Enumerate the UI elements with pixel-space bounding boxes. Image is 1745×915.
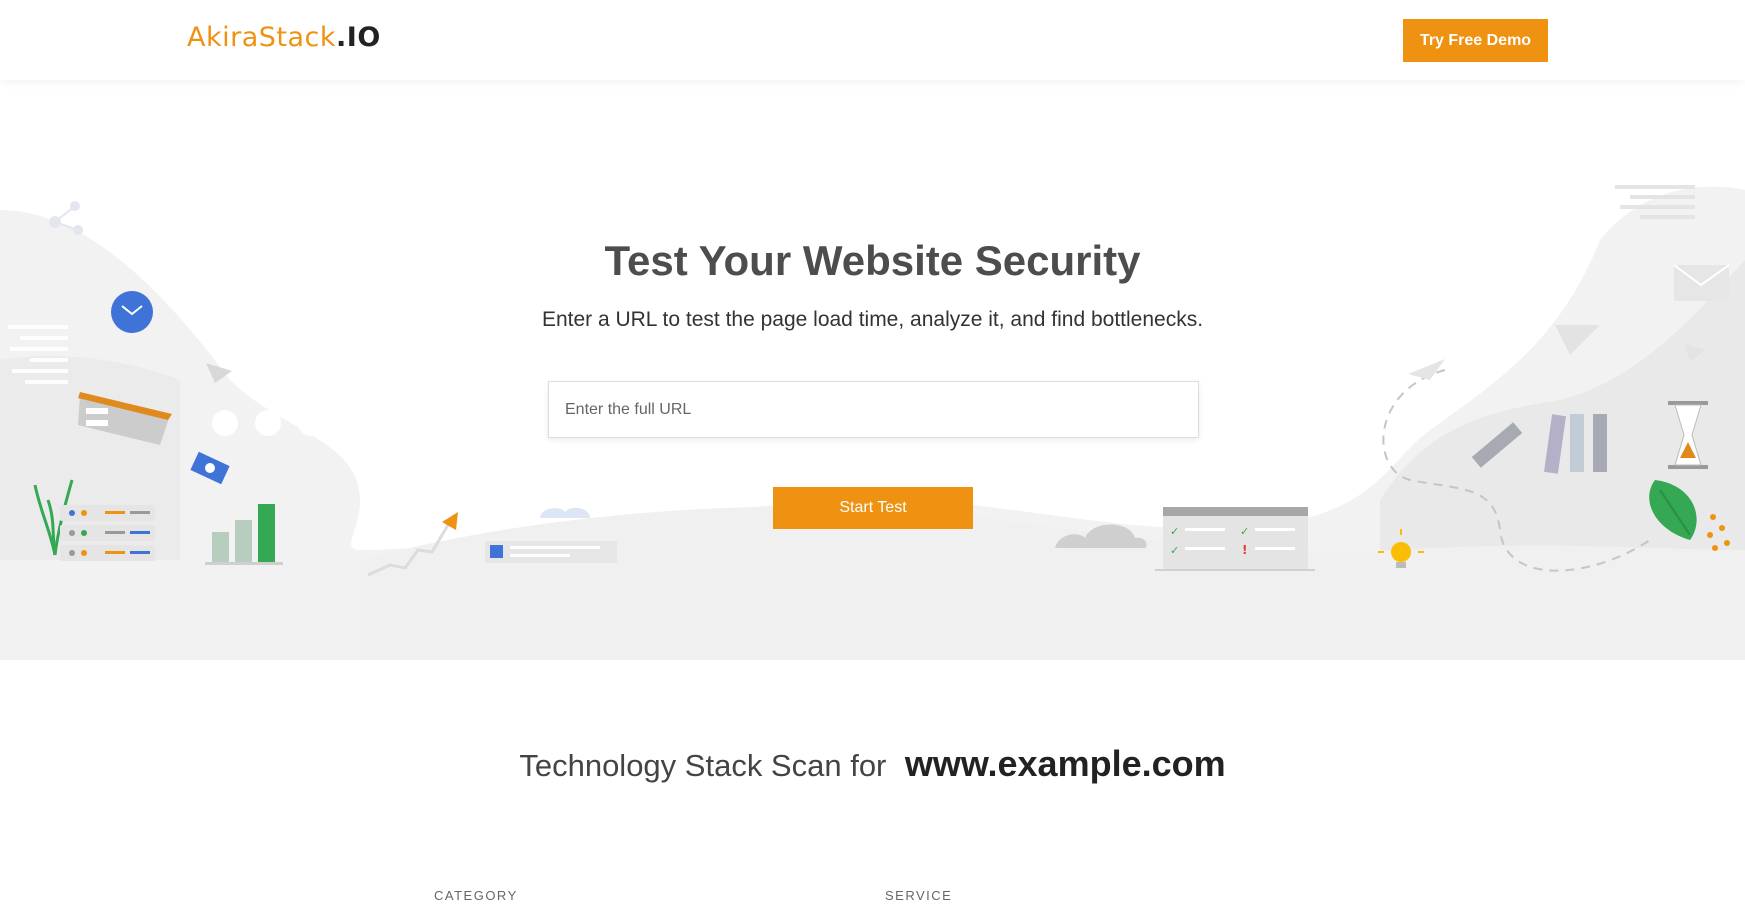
cloud-icon — [540, 507, 590, 518]
scan-heading: Technology Stack Scan for www.example.co… — [0, 743, 1745, 785]
start-test-button[interactable]: Start Test — [773, 487, 973, 529]
svg-text:✓: ✓ — [1170, 525, 1179, 538]
paper-plane-icon — [1408, 359, 1445, 380]
logo-tld: .IO — [336, 22, 381, 53]
url-input[interactable] — [548, 381, 1199, 438]
hero-subtitle: Enter a URL to test the page load time, … — [541, 308, 1204, 331]
scan-heading-prefix: Technology Stack Scan for — [519, 748, 887, 783]
checklist-icon: ✓ ✓ ✓ ! — [1155, 507, 1315, 571]
hero-section: ✓ ✓ ✓ ! Test Your Website Security Enter… — [0, 80, 1745, 660]
svg-text:!: ! — [1242, 543, 1247, 557]
logo[interactable]: AkiraStack.IO — [187, 22, 381, 53]
hero-illustration: ✓ ✓ ✓ ! — [0, 185, 1745, 660]
try-free-demo-button[interactable]: Try Free Demo — [1403, 19, 1548, 62]
column-header-category: CATEGORY — [434, 888, 518, 903]
scan-heading-domain: www.example.com — [904, 743, 1226, 784]
site-header: AkiraStack.IO Try Free Demo — [0, 0, 1745, 80]
svg-text:✓: ✓ — [1170, 544, 1179, 557]
logo-brand: AkiraStack — [187, 22, 337, 53]
column-header-service: SERVICE — [885, 888, 953, 903]
svg-text:✓: ✓ — [1240, 525, 1249, 538]
hero-title: Test Your Website Security — [604, 237, 1141, 284]
server-list — [60, 505, 155, 561]
progress-card — [485, 541, 617, 563]
